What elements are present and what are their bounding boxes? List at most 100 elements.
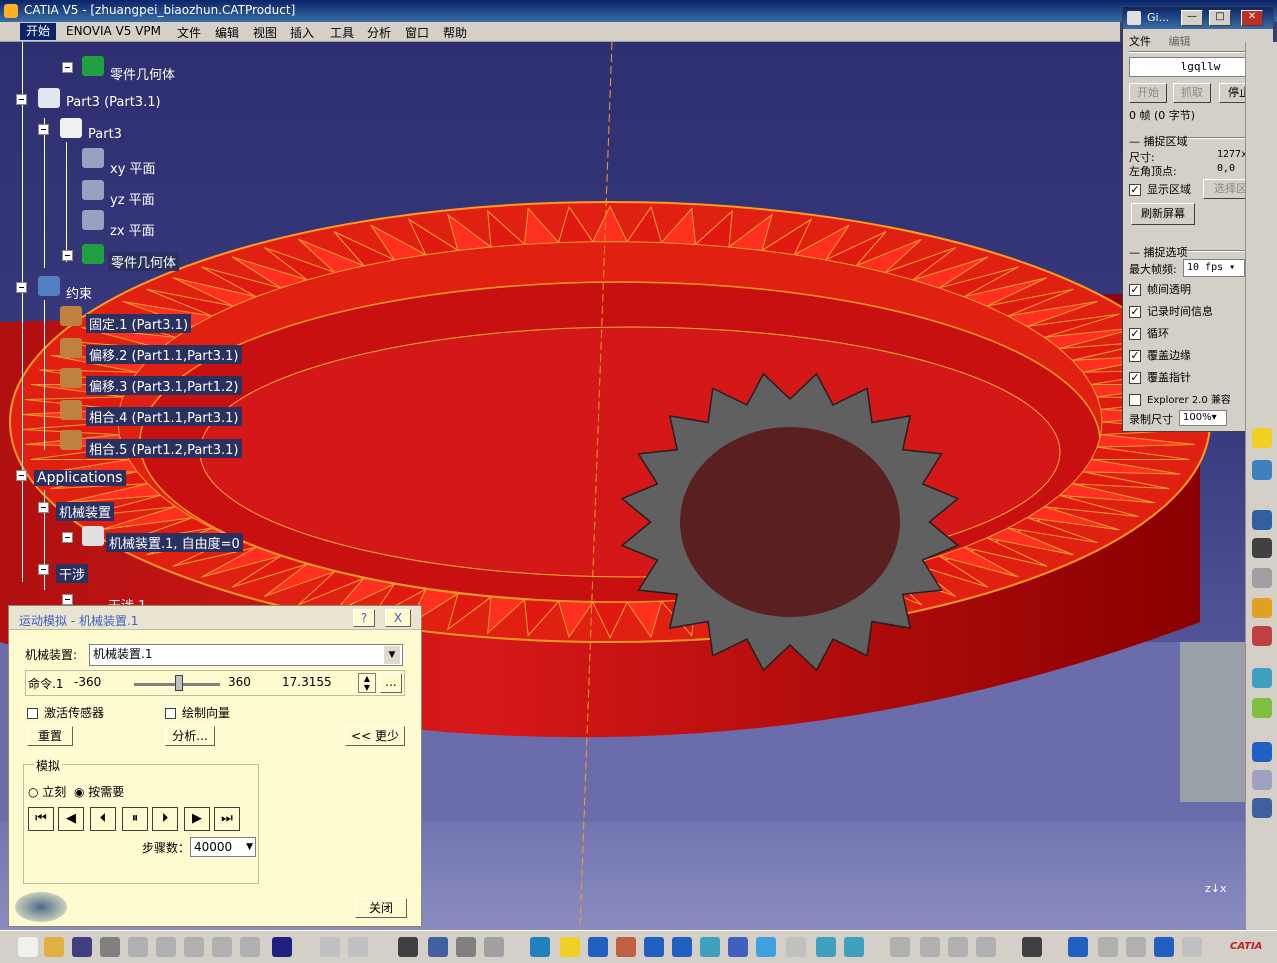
on-demand-radio[interactable]: ◉ 按需要 [74,783,124,800]
print-icon[interactable] [100,937,120,957]
tree-node-zx-plane[interactable]: zx 平面 [110,220,155,239]
tree-node-part3-instance[interactable]: Part3 (Part3.1) [66,95,161,110]
play-backward-icon[interactable]: ◀ [58,807,84,831]
option-transparent-checkbox[interactable]: ✓ 帧间透明 [1129,281,1191,297]
step-forward-icon[interactable]: ⏵ [152,807,178,831]
expand-toggle[interactable] [38,124,49,135]
tree-node-constraint-coincidence-5[interactable]: 相合.5 (Part1.2,Part3.1) [86,439,242,458]
pan-icon[interactable] [588,937,608,957]
tool-icon[interactable] [920,937,940,957]
refresh-screen-button[interactable]: 刷新屏幕 [1131,203,1195,225]
tree-icon[interactable] [428,937,448,957]
tree-node-part-geometry-2[interactable]: 零件几何体 [108,252,180,271]
expand-toggle[interactable] [62,250,73,261]
hide-show-icon[interactable] [816,937,836,957]
reset-button[interactable]: 重置 [27,726,73,746]
tool-icon[interactable] [1252,460,1272,480]
tool-icon[interactable] [890,937,910,957]
tree-node-part3[interactable]: Part3 [88,127,122,142]
copy-icon[interactable] [156,937,176,957]
tree-node-part-geometry-1[interactable]: 零件几何体 [110,64,175,83]
tool-icon[interactable] [1098,937,1118,957]
skip-to-end-icon[interactable]: ⏭ [214,807,240,831]
tool-icon[interactable] [1252,428,1272,448]
tree-node-constraint-offset-2[interactable]: 偏移.2 (Part1.1,Part3.1) [86,345,242,364]
skip-to-start-icon[interactable]: ⏮ [28,807,54,831]
iso-view-icon[interactable] [756,937,776,957]
value-spinner[interactable]: ▲ ▼ [358,673,376,693]
command-value-field[interactable]: 17.3155 [282,675,332,689]
menu-enovia[interactable]: ENOVIA V5 VPM [66,24,161,38]
tree-node-yz-plane[interactable]: yz 平面 [110,189,155,208]
tool-icon[interactable] [1252,510,1272,530]
play-forward-icon[interactable]: ▶ [184,807,210,831]
help-button[interactable]: ? [353,609,375,627]
cut-icon[interactable] [128,937,148,957]
menu-help[interactable]: 帮助 [443,24,467,41]
open-file-icon[interactable] [44,937,64,957]
zoom-out-icon[interactable] [672,937,692,957]
menu-tools[interactable]: 工具 [330,24,354,41]
undo-icon[interactable] [212,937,232,957]
option-explorer-checkbox[interactable]: Explorer 2.0 兼容 [1129,391,1231,406]
tree-node-constraints[interactable]: 约束 [66,283,92,302]
tree-node-xy-plane[interactable]: xy 平面 [110,158,156,177]
tool-icon[interactable] [1182,937,1202,957]
help-icon[interactable] [272,937,292,957]
tool-icon[interactable] [1126,937,1146,957]
tree-node-constraint-fix[interactable]: 固定.1 (Part3.1) [86,314,192,333]
expand-toggle[interactable] [38,502,49,513]
dialog-close-x-button[interactable]: X [385,609,411,627]
command-slider-thumb[interactable] [175,675,184,691]
expand-toggle[interactable] [16,470,27,481]
multi-view-icon[interactable] [728,937,748,957]
tree-node-mechanism-1[interactable]: 机械装置.1, 自由度=0 [106,533,243,552]
expand-toggle[interactable] [16,94,27,105]
option-edge-checkbox[interactable]: ✓ 覆盖边缘 [1129,347,1191,363]
close-button[interactable]: 关闭 [355,898,407,918]
maximize-button[interactable]: □ [1209,10,1231,26]
tool-icon[interactable] [1252,742,1272,762]
menu-insert[interactable]: 插入 [290,24,314,41]
tree-node-constraint-coincidence-4[interactable]: 相合.4 (Part1.1,Part3.1) [86,407,242,426]
tool-icon[interactable] [1252,598,1272,618]
tool-icon[interactable] [1252,626,1272,646]
paste-icon[interactable] [184,937,204,957]
max-fps-select[interactable]: 10 fps ▾ [1183,259,1245,277]
formula-icon[interactable] [320,937,340,957]
fit-all-icon[interactable] [560,937,580,957]
comment-icon[interactable] [348,937,368,957]
tool-icon[interactable] [1252,798,1272,818]
option-pointer-checkbox[interactable]: ✓ 覆盖指针 [1129,369,1191,385]
shading-icon[interactable] [786,937,806,957]
fly-icon[interactable] [530,937,550,957]
tree-node-interference[interactable]: 干涉 [56,564,89,583]
mechanism-select[interactable]: 机械装置.1 ▼ [89,644,403,666]
tree-node-applications[interactable]: Applications [34,470,126,486]
expand-toggle[interactable] [62,594,73,605]
pause-icon[interactable]: ⏸ [122,807,148,831]
activate-sensor-checkbox[interactable]: 激活传感器 [27,704,104,721]
gif-menu-edit[interactable]: 编辑 [1169,35,1191,48]
record-size-select[interactable]: 100%▾ [1179,410,1227,426]
link-icon[interactable] [484,937,504,957]
rotate-icon[interactable] [616,937,636,957]
analysis-button[interactable]: 分析... [165,726,215,746]
camera-icon[interactable] [1022,937,1042,957]
steps-select[interactable]: 40000 ▼ [190,837,256,857]
tool-icon[interactable] [1252,698,1272,718]
tool-icon[interactable] [976,937,996,957]
tool-icon[interactable] [1252,538,1272,558]
option-loop-checkbox[interactable]: ✓ 循环 [1129,325,1169,341]
tool-icon[interactable] [1252,568,1272,588]
menu-edit[interactable]: 编辑 [215,24,239,41]
menu-file[interactable]: 文件 [177,24,201,41]
show-area-checkbox[interactable]: ✓ 显示区域 [1129,181,1191,197]
immediate-radio[interactable]: ○ 立刻 [28,783,66,800]
search-icon[interactable] [1154,937,1174,957]
step-backward-icon[interactable]: ⏴ [90,807,116,831]
minimize-button[interactable]: — [1181,10,1203,26]
tool-icon[interactable] [1252,668,1272,688]
menu-analysis[interactable]: 分析 [367,24,391,41]
expand-toggle[interactable] [38,564,49,575]
